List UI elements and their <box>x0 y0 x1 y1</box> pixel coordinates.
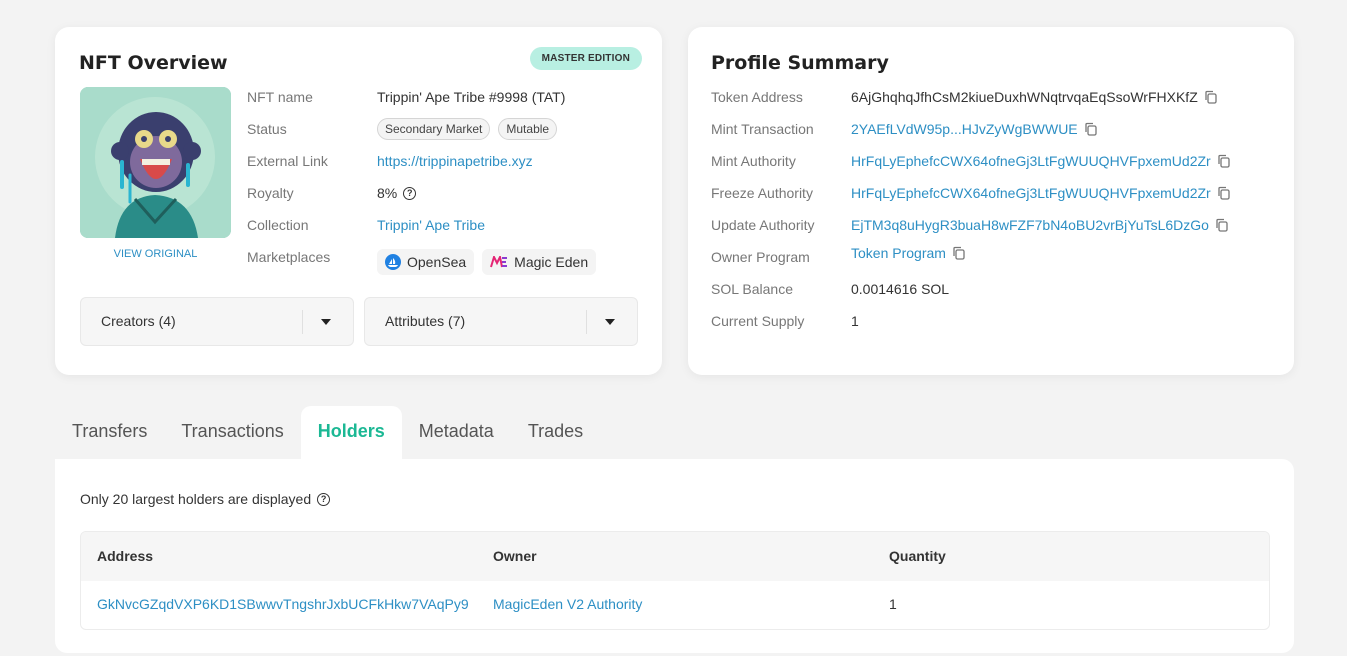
mint-transaction-label: Mint Transaction <box>711 121 814 137</box>
holders-panel: Only 20 largest holders are displayed ? … <box>55 459 1294 653</box>
tab-transfers[interactable]: Transfers <box>55 406 164 459</box>
current-supply-label: Current Supply <box>711 313 805 329</box>
holder-owner-link[interactable]: MagicEden V2 Authority <box>493 596 642 612</box>
table-row: GkNvcGZqdVXP6KD1SBwwvTngshrJxbUCFkHkw7VA… <box>81 581 1269 629</box>
magic-eden-button[interactable]: Magic Eden <box>482 249 597 275</box>
mint-transaction-row: Mint Transaction 2YAEfLVdW95p...HJvZyWgB… <box>711 119 1271 139</box>
dropdown-separator <box>586 310 587 334</box>
creators-label: Creators (4) <box>101 313 176 329</box>
nft-overview-card: NFT Overview MASTER EDITION VIEW ORIGINA… <box>55 27 662 375</box>
marketplaces-label: Marketplaces <box>247 249 331 265</box>
holder-quantity: 1 <box>889 596 897 612</box>
table-header: Address Owner Quantity <box>81 532 1269 581</box>
holders-table: Address Owner Quantity GkNvcGZqdVXP6KD1S… <box>80 531 1270 630</box>
status-chip-secondary-market: Secondary Market <box>377 118 491 140</box>
nft-name-label: NFT name <box>247 89 313 105</box>
freeze-authority-label: Freeze Authority <box>711 185 813 201</box>
owner-program-link[interactable]: Token Program <box>851 245 946 261</box>
tab-holders[interactable]: Holders <box>300 406 402 459</box>
opensea-label: OpenSea <box>407 254 467 270</box>
attributes-dropdown[interactable]: Attributes (7) <box>364 297 638 346</box>
tab-trades[interactable]: Trades <box>511 406 600 459</box>
attributes-label: Attributes (7) <box>385 313 466 329</box>
copy-icon[interactable] <box>1217 186 1231 200</box>
mint-authority-label: Mint Authority <box>711 153 796 169</box>
update-authority-label: Update Authority <box>711 217 815 233</box>
help-icon[interactable]: ? <box>403 186 417 200</box>
chevron-down-icon <box>605 319 615 325</box>
holders-note-text: Only 20 largest holders are displayed <box>80 491 312 507</box>
collection-link[interactable]: Trippin' Ape Tribe <box>377 217 485 233</box>
holders-note: Only 20 largest holders are displayed ? <box>80 491 331 507</box>
copy-icon[interactable] <box>1204 90 1218 104</box>
view-original-link[interactable]: VIEW ORIGINAL <box>80 248 231 260</box>
royalty-value: 8% <box>377 185 398 201</box>
column-header-owner: Owner <box>493 548 537 564</box>
column-header-quantity: Quantity <box>889 548 946 564</box>
current-supply-value: 1 <box>851 313 859 329</box>
magiceden-icon <box>490 256 508 268</box>
mint-authority-link[interactable]: HrFqLyEphefcCWX64ofneGj3LtFgWUUQHVFpxemU… <box>851 153 1211 169</box>
status-row: Status Secondary Market Mutable <box>247 118 647 140</box>
marketplaces-row: Marketplaces OpenSea Magic Eden <box>247 247 647 275</box>
chevron-down-icon <box>321 319 331 325</box>
token-address-label: Token Address <box>711 89 803 105</box>
opensea-button[interactable]: OpenSea <box>377 249 475 275</box>
magic-eden-label: Magic Eden <box>514 254 589 270</box>
master-edition-badge: MASTER EDITION <box>529 47 642 70</box>
holder-address-link[interactable]: GkNvcGZqdVXP6KD1SBwwvTngshrJxbUCFkHkw7VA… <box>97 596 469 612</box>
freeze-authority-row: Freeze Authority HrFqLyEphefcCWX64ofneGj… <box>711 183 1271 203</box>
column-header-address: Address <box>97 548 154 564</box>
tab-transactions[interactable]: Transactions <box>164 406 300 459</box>
status-label: Status <box>247 121 287 137</box>
external-link-label: External Link <box>247 153 328 169</box>
profile-summary-card: Profile Summary Token Address 6AjGhqhqJf… <box>688 27 1294 375</box>
nft-overview-title: NFT Overview <box>79 52 228 74</box>
current-supply-row: Current Supply 1 <box>711 311 1271 331</box>
copy-icon[interactable] <box>952 246 966 260</box>
sol-balance-row: SOL Balance 0.0014616 SOL <box>711 279 1271 299</box>
nft-name-value: Trippin' Ape Tribe #9998 (TAT) <box>377 89 566 105</box>
collection-row: Collection Trippin' Ape Tribe <box>247 215 647 235</box>
update-authority-row: Update Authority EjTM3q8uHygR3buaH8wFZF7… <box>711 215 1271 235</box>
copy-icon[interactable] <box>1217 154 1231 168</box>
profile-summary-title: Profile Summary <box>711 52 889 74</box>
tab-metadata[interactable]: Metadata <box>402 406 511 459</box>
tab-bar: Transfers Transactions Holders Metadata … <box>55 406 600 459</box>
dropdown-separator <box>302 310 303 334</box>
freeze-authority-link[interactable]: HrFqLyEphefcCWX64ofneGj3LtFgWUUQHVFpxemU… <box>851 185 1211 201</box>
token-address-row: Token Address 6AjGhqhqJfhCsM2kiueDuxhWNq… <box>711 87 1271 107</box>
update-authority-link[interactable]: EjTM3q8uHygR3buaH8wFZF7bN4oBU2vrBjYuTsL6… <box>851 217 1209 233</box>
opensea-icon <box>385 254 401 270</box>
ape-artwork <box>80 87 231 238</box>
status-chip-mutable: Mutable <box>498 118 558 140</box>
royalty-label: Royalty <box>247 185 294 201</box>
mint-authority-row: Mint Authority HrFqLyEphefcCWX64ofneGj3L… <box>711 151 1271 171</box>
creators-dropdown[interactable]: Creators (4) <box>80 297 354 346</box>
copy-icon[interactable] <box>1215 218 1229 232</box>
external-link[interactable]: https://trippinapetribe.xyz <box>377 153 533 169</box>
mint-transaction-link[interactable]: 2YAEfLVdW95p...HJvZyWgBWWUE <box>851 121 1078 137</box>
help-icon[interactable]: ? <box>317 492 331 506</box>
owner-program-label: Owner Program <box>711 249 810 265</box>
sol-balance-value: 0.0014616 SOL <box>851 281 950 297</box>
nft-image[interactable] <box>80 87 231 238</box>
external-link-row: External Link https://trippinapetribe.xy… <box>247 151 647 171</box>
token-address-value: 6AjGhqhqJfhCsM2kiueDuxhWNqtrvqaEqSsoWrFH… <box>851 89 1198 105</box>
nft-name-row: NFT name Trippin' Ape Tribe #9998 (TAT) <box>247 87 647 107</box>
sol-balance-label: SOL Balance <box>711 281 793 297</box>
owner-program-row: Owner Program Token Program <box>711 245 1271 267</box>
royalty-row: Royalty 8% ? <box>247 183 647 203</box>
copy-icon[interactable] <box>1084 122 1098 136</box>
collection-label: Collection <box>247 217 309 233</box>
